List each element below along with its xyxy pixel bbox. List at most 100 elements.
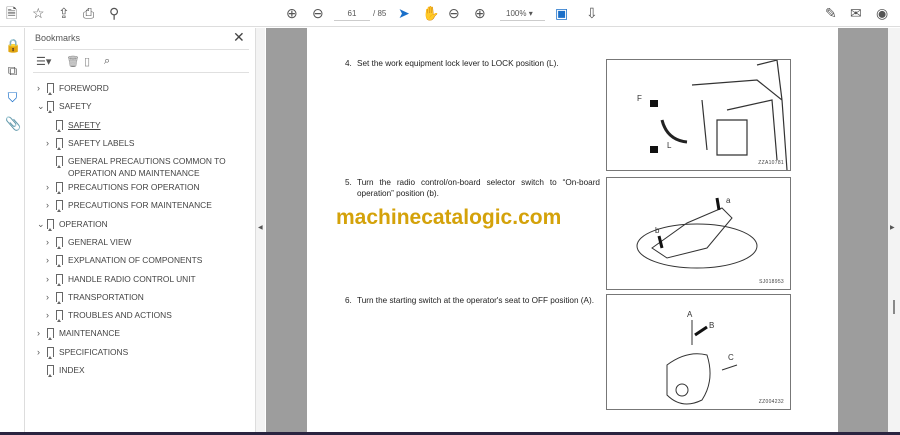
bookmark-icon (56, 274, 63, 286)
close-icon[interactable]: ✕ (233, 29, 245, 46)
figure-label: B (709, 321, 715, 330)
bookmark-item[interactable]: › SAFETY LABELS (46, 137, 134, 150)
chevron-right-icon[interactable]: › (46, 309, 49, 321)
page-fit-icon[interactable]: ▣ (555, 4, 568, 22)
chevron-right-icon[interactable]: › (46, 273, 49, 285)
bookmark-item[interactable]: › SPECIFICATIONS (37, 346, 129, 359)
bookmark-icon (56, 255, 63, 267)
next-page-button[interactable]: ⊖ (312, 4, 324, 22)
bookmark-item[interactable]: ⌄ SAFETY (37, 100, 92, 113)
vertical-scrollbar[interactable]: ▶ (888, 28, 900, 432)
chevron-right-icon[interactable]: › (37, 82, 40, 94)
chevron-right-icon[interactable]: › (37, 327, 40, 339)
bookmark-item[interactable]: › PRECAUTIONS FOR OPERATION (46, 181, 200, 194)
bookmark-item[interactable]: › TROUBLES AND ACTIONS (46, 309, 172, 322)
collapse-arrow-icon: ◀ (258, 225, 263, 231)
figure-code: ZZA10781 (758, 160, 784, 166)
bookmark-item[interactable]: › EXPLANATION OF COMPONENTS (46, 254, 202, 267)
bookmark-item[interactable]: SAFETY (56, 119, 101, 132)
search-icon[interactable]: ⚲ (109, 4, 119, 22)
step-number: 4. (345, 59, 352, 68)
zoom-value: 100% (506, 9, 527, 18)
account-icon[interactable]: ◉ (876, 4, 888, 22)
attachments-icon[interactable]: 📎 (5, 116, 21, 131)
bookmark-item[interactable]: › GENERAL VIEW (46, 236, 132, 249)
chevron-right-icon[interactable]: › (46, 291, 49, 303)
bookmark-icon (56, 120, 63, 132)
save-icon[interactable]: 🗎 (6, 4, 17, 22)
delete-icon[interactable]: 🗑 (66, 55, 80, 68)
previous-page-button[interactable]: ⊕ (286, 4, 298, 22)
bookmark-item[interactable]: GENERAL PRECAUTIONS COMMON TO OPERATION A… (56, 155, 226, 179)
starting-switch-illustration (666, 320, 738, 405)
new-bookmark-icon[interactable]: ▯ (84, 55, 90, 68)
hand-tool-icon[interactable]: ✋ (422, 4, 439, 22)
bookmark-label: FOREWORD (59, 83, 109, 93)
bookmark-icon (47, 83, 54, 95)
upload-cloud-icon[interactable]: ⇪ (58, 4, 70, 22)
bookmark-item[interactable]: › TRANSPORTATION (46, 291, 144, 304)
bookmark-icon (56, 182, 63, 194)
step-5: 5. Turn the radio control/on-board select… (345, 177, 600, 199)
figure-label: A (687, 310, 693, 319)
panel-collapse-handle[interactable]: ◀ (255, 28, 265, 432)
figure-label: F (637, 94, 642, 103)
step-text: Set the work equipment lock lever to LOC… (357, 59, 559, 68)
scrollbar-thumb[interactable] (893, 300, 895, 314)
bookmark-icon (47, 365, 54, 377)
bookmark-item[interactable]: INDEX (47, 364, 85, 377)
print-icon[interactable]: ⎙ (83, 4, 94, 22)
bookmark-item[interactable]: › HANDLE RADIO CONTROL UNIT (46, 273, 196, 286)
chevron-right-icon[interactable]: › (46, 199, 49, 211)
pages-icon[interactable]: ⧉ (5, 63, 20, 78)
bookmark-label: SAFETY (59, 101, 92, 111)
find-bookmark-icon[interactable]: ⌕ (104, 55, 110, 68)
bookmark-label: PRECAUTIONS FOR MAINTENANCE (68, 200, 212, 210)
bookmark-item[interactable]: › PRECAUTIONS FOR MAINTENANCE (46, 199, 212, 212)
chevron-right-icon[interactable]: › (37, 346, 40, 358)
page-number-input[interactable]: 61 (334, 6, 370, 21)
left-rail: 🔒 ⧉ ⛉ 📎 (0, 28, 25, 432)
zoom-in-button[interactable]: ⊕ (474, 4, 486, 22)
email-icon[interactable]: ✉ (850, 4, 862, 22)
chevron-down-icon[interactable]: ⌄ (37, 218, 45, 230)
figure-code: ZZ004232 (758, 399, 784, 405)
bookmark-label: GENERAL VIEW (68, 237, 132, 247)
figure-label: b (655, 226, 660, 235)
bookmark-label: SPECIFICATIONS (59, 347, 129, 357)
step-text: Turn the radio control/on-board selector… (357, 178, 600, 198)
chevron-right-icon[interactable]: › (46, 254, 49, 266)
bookmark-icon (56, 156, 63, 168)
bookmark-icon (56, 200, 63, 212)
chevron-down-icon[interactable]: ⌄ (37, 100, 45, 112)
step-number: 5. (345, 178, 352, 187)
zoom-out-button[interactable]: ⊖ (448, 4, 460, 22)
lock-icon[interactable]: 🔒 (5, 38, 21, 53)
bookmark-icon (47, 219, 54, 231)
bookmarks-panel-icon[interactable]: ⛉ (5, 90, 20, 105)
figure-starting-switch: A B C ZZ004232 (606, 294, 791, 410)
bookmark-item[interactable]: ⌄ OPERATION (37, 218, 108, 231)
select-cursor-icon[interactable]: ➤ (398, 4, 410, 22)
bookmark-label: SAFETY (68, 120, 101, 130)
scroll-mode-icon[interactable]: ⇩ (586, 4, 598, 22)
bookmark-label: GENERAL PRECAUTIONS COMMON TO (68, 156, 226, 166)
chevron-right-icon[interactable]: › (46, 236, 49, 248)
zoom-select[interactable]: 100% ▾ (500, 6, 545, 21)
figure-label: C (728, 353, 734, 362)
step-text: Turn the starting switch at the operator… (357, 296, 594, 305)
bookmark-icon (47, 101, 54, 113)
sign-icon[interactable]: ✎ (825, 4, 837, 22)
bookmark-icon (56, 138, 63, 150)
bookmark-item[interactable]: › FOREWORD (37, 82, 109, 95)
bookmark-label: HANDLE RADIO CONTROL UNIT (68, 274, 196, 284)
bookmark-item[interactable]: › MAINTENANCE (37, 327, 120, 340)
bookmark-star-icon[interactable]: ☆ (32, 4, 45, 22)
step-4: 4. Set the work equipment lock lever to L… (345, 58, 600, 69)
options-menu-icon[interactable]: ☰▾ (36, 55, 51, 68)
bookmark-label: OPERATION AND MAINTENANCE (68, 168, 200, 178)
bookmark-icon (56, 292, 63, 304)
chevron-right-icon[interactable]: › (46, 137, 49, 149)
selector-switch-illustration (636, 197, 758, 269)
chevron-right-icon[interactable]: › (46, 181, 49, 193)
